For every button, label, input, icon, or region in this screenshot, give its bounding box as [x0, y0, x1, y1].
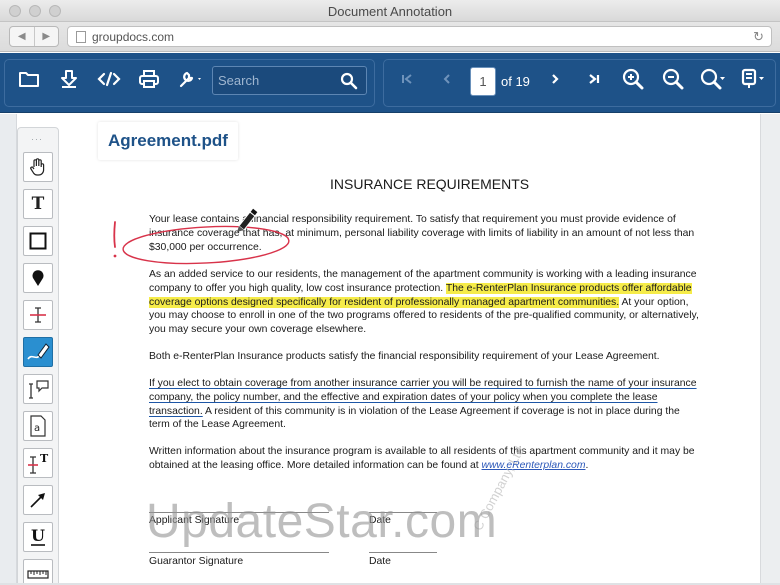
updatestar-watermark: UpdateStar.com [146, 495, 498, 548]
search-icon [340, 72, 358, 90]
zoom-dropdown-icon [700, 68, 725, 90]
tools-dropdown-button[interactable] [174, 66, 208, 92]
page-number-input[interactable]: 1 [470, 67, 496, 96]
prev-page-icon [443, 74, 450, 84]
reload-icon[interactable]: ↻ [753, 29, 764, 45]
viewer-toolbar [0, 53, 780, 113]
page-icon [76, 30, 86, 43]
download-button[interactable] [54, 66, 84, 92]
next-page-button[interactable] [540, 66, 570, 92]
zoom-out-button[interactable] [658, 66, 688, 92]
code-icon [97, 71, 121, 87]
window-titlebar: Document Annotation [0, 0, 780, 22]
embed-code-button[interactable] [94, 66, 124, 92]
last-page-icon [589, 74, 600, 84]
save-dropdown-icon [741, 68, 764, 88]
ellipse-annotation [122, 225, 290, 265]
print-icon [139, 70, 159, 88]
zoom-in-button[interactable] [618, 66, 648, 92]
first-page-button[interactable] [392, 66, 422, 92]
first-page-icon [402, 74, 412, 84]
exclamation-annotation [113, 221, 116, 248]
forward-button[interactable]: ▶ [33, 27, 59, 46]
zoom-level-dropdown[interactable] [697, 66, 731, 92]
window-title: Document Annotation [327, 4, 453, 19]
search-button[interactable] [340, 72, 358, 95]
page-count: of 19 [501, 74, 530, 89]
search-box [212, 66, 367, 95]
last-page-button[interactable] [579, 66, 609, 92]
browser-url-bar: ◀ ▶ groupdocs.com ↻ [0, 22, 780, 52]
search-input[interactable] [213, 67, 333, 94]
zoom-out-icon [662, 68, 684, 90]
back-button[interactable]: ◀ [10, 27, 34, 46]
previous-page-button[interactable] [432, 66, 462, 92]
document-viewport: ··· T a T U Agreement.pdf INSURANCE REQU… [0, 114, 780, 585]
print-button[interactable] [134, 66, 164, 92]
download-icon [61, 70, 77, 88]
address-url: groupdocs.com [92, 29, 175, 44]
history-nav: ◀ ▶ [9, 26, 59, 47]
save-dropdown-button[interactable] [736, 66, 770, 92]
next-page-icon [552, 74, 559, 84]
folder-icon [19, 72, 39, 87]
address-field[interactable]: groupdocs.com ↻ [67, 26, 772, 47]
zoom-in-icon [622, 68, 644, 90]
open-file-button[interactable] [14, 66, 44, 92]
exclamation-dot [113, 254, 117, 258]
wrench-icon [179, 71, 201, 88]
